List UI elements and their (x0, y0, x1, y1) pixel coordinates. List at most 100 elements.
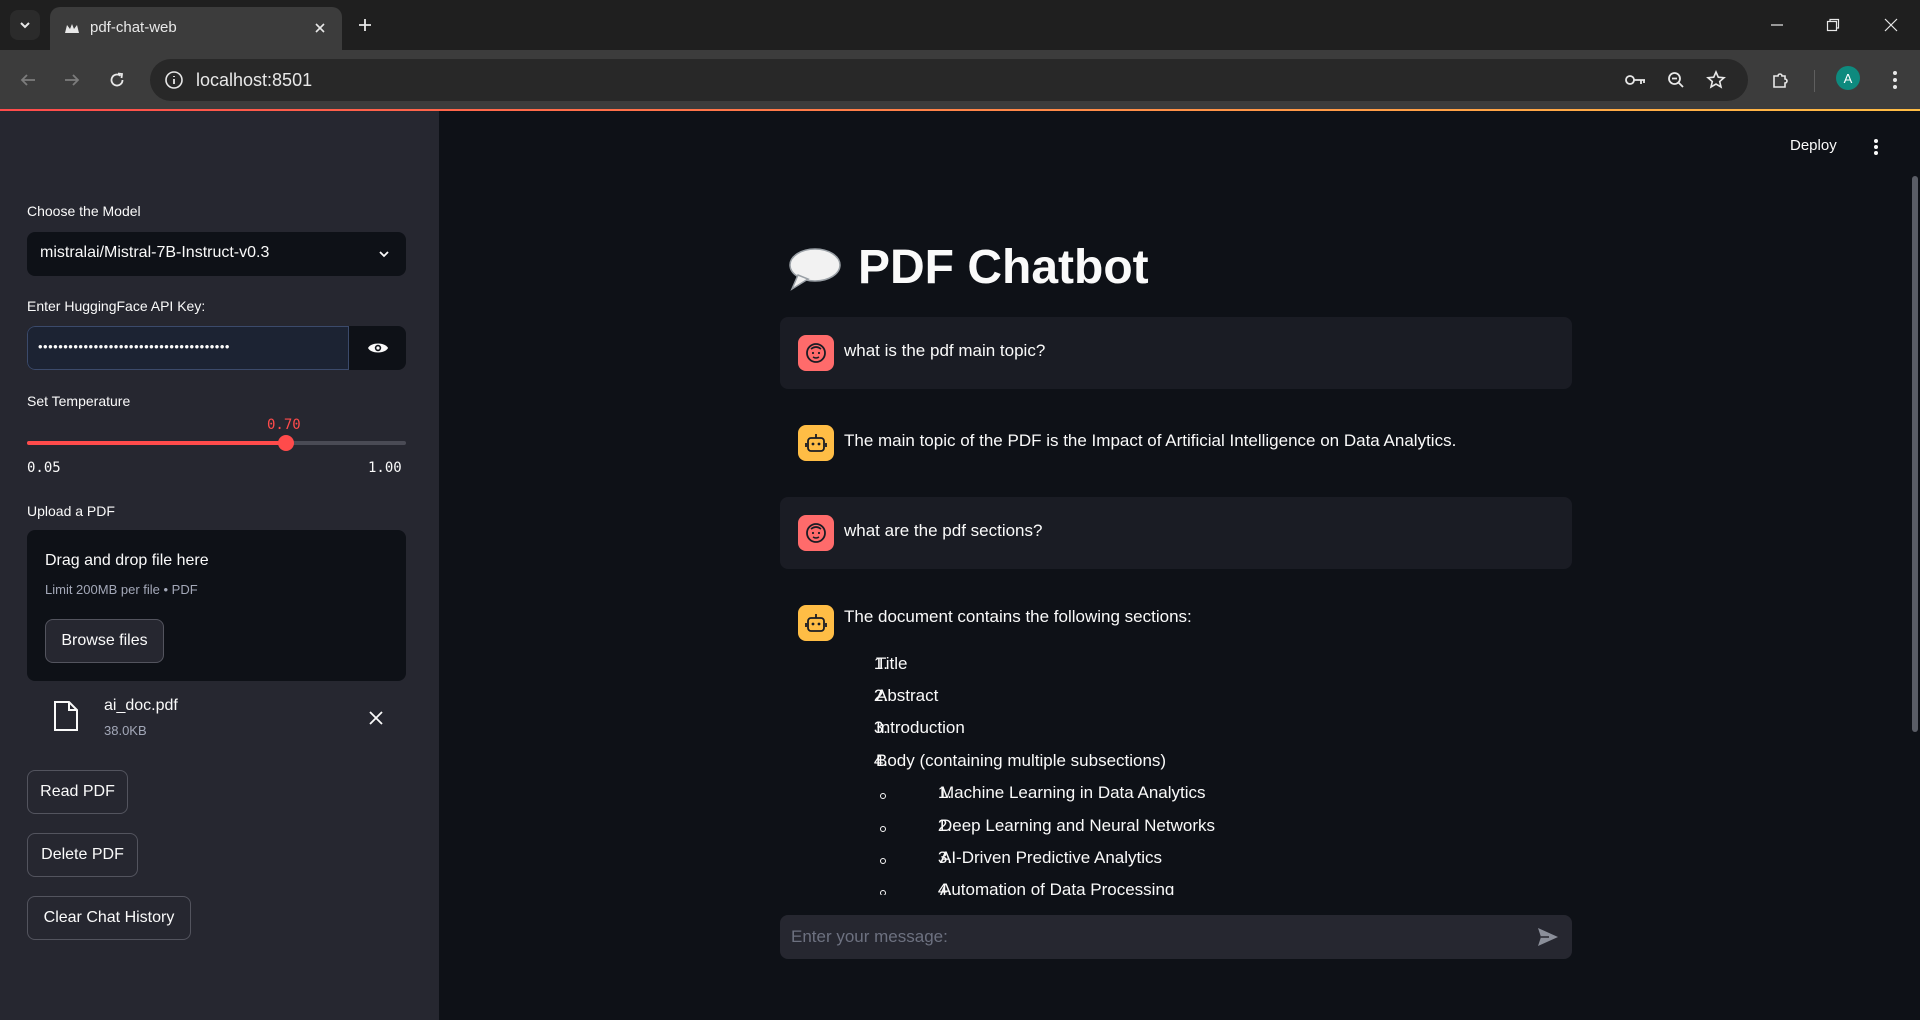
speech-balloon-icon (789, 248, 841, 291)
chat-input[interactable] (780, 915, 1520, 959)
assistant-avatar (798, 425, 834, 461)
dropzone-title: Drag and drop file here (45, 552, 209, 569)
browser-tab[interactable]: pdf-chat-web (50, 7, 342, 50)
forward-button[interactable] (57, 65, 87, 95)
user-avatar (798, 335, 834, 371)
restore-icon (1826, 18, 1840, 32)
robot-icon (805, 614, 827, 632)
read-pdf-button[interactable]: Read PDF (27, 770, 128, 814)
close-icon (315, 23, 325, 33)
extensions-button[interactable] (1766, 65, 1796, 95)
temperature-min: 0.05 (27, 460, 61, 476)
list-bullet (880, 826, 886, 832)
temperature-slider-fill (27, 441, 286, 445)
temperature-slider[interactable] (27, 435, 406, 451)
tab-search-button[interactable] (10, 10, 40, 40)
sidebar: Choose the Model mistralai/Mistral-7B-In… (0, 111, 439, 1020)
api-key-input-group: •••••••••••••••••••••••••••••••••••••• (27, 326, 406, 370)
show-password-button[interactable] (349, 326, 406, 370)
list-bullet (880, 793, 886, 799)
tab-title: pdf-chat-web (90, 19, 177, 36)
list-item: Title (876, 654, 908, 673)
list-item: Body (containing multiple subsections) (876, 751, 1167, 770)
deploy-button[interactable]: Deploy (1790, 137, 1837, 154)
close-window-button[interactable] (1876, 10, 1906, 40)
new-tab-button[interactable] (352, 12, 378, 38)
minimize-button[interactable] (1762, 10, 1792, 40)
assistant-avatar (798, 605, 834, 641)
main-menu-button[interactable] (1866, 135, 1886, 159)
dropzone-limit: Limit 200MB per file • PDF (45, 582, 198, 597)
temperature-slider-thumb[interactable] (278, 435, 294, 451)
eye-icon (367, 343, 388, 353)
key-icon (1625, 75, 1645, 85)
model-select-value: mistralai/Mistral-7B-Instruct-v0.3 (40, 244, 270, 261)
list-item: Automation of Data Processing (940, 880, 1175, 895)
message-text: what is the pdf main topic? (844, 341, 1046, 360)
reload-button[interactable] (102, 65, 132, 95)
remove-file-button[interactable] (365, 707, 387, 729)
chat-input-container (780, 915, 1572, 959)
close-icon (369, 711, 383, 725)
url-text: localhost:8501 (196, 70, 313, 90)
chat-message-user: what is the pdf main topic? (780, 317, 1572, 389)
message-text: The main topic of the PDF is the Impact … (844, 431, 1457, 450)
list-item: Machine Learning in Data Analytics (940, 783, 1206, 802)
zoom-button[interactable] (1665, 69, 1687, 91)
user-face-icon (806, 343, 826, 363)
model-select[interactable]: mistralai/Mistral-7B-Instruct-v0.3 (27, 232, 406, 276)
browser-tab-bar: pdf-chat-web (0, 0, 1920, 50)
site-info-icon[interactable] (164, 70, 184, 90)
list-item: AI-Driven Predictive Analytics (940, 848, 1163, 867)
robot-icon (805, 434, 827, 452)
browser-toolbar: localhost:8501 A (0, 50, 1920, 110)
profile-avatar[interactable]: A (1836, 66, 1860, 90)
api-key-label: Enter HuggingFace API Key: (27, 298, 206, 314)
main-scrollbar[interactable] (1912, 176, 1918, 732)
bookmark-button[interactable] (1705, 69, 1727, 91)
send-button[interactable] (1536, 926, 1560, 948)
more-vertical-icon (1893, 71, 1897, 89)
file-dropzone[interactable]: Drag and drop file here Limit 200MB per … (27, 530, 406, 681)
chat-message-assistant: The main topic of the PDF is the Impact … (780, 407, 1572, 479)
user-face-icon (806, 523, 826, 543)
back-button[interactable] (13, 65, 43, 95)
clear-chat-history-button[interactable]: Clear Chat History (27, 896, 191, 940)
uploaded-file-name: ai_doc.pdf (104, 697, 178, 714)
api-key-masked-value: •••••••••••••••••••••••••••••••••••••• (38, 339, 230, 354)
chat-message-user: what are the pdf sections? (780, 497, 1572, 569)
uploaded-file-size: 38.0KB (104, 723, 147, 738)
page-title: PDF Chatbot (858, 241, 1149, 294)
more-vertical-icon (1874, 139, 1878, 155)
minimize-icon (1771, 24, 1783, 26)
list-item: Introduction (876, 718, 965, 737)
close-icon (1884, 18, 1898, 32)
list-bullet (880, 858, 886, 864)
chat-message-assistant: The document contains the following sect… (780, 587, 1572, 895)
temperature-max: 1.00 (368, 460, 402, 476)
puzzle-icon (1773, 73, 1788, 88)
api-key-input[interactable]: •••••••••••••••••••••••••••••••••••••• (27, 326, 349, 370)
restore-button[interactable] (1818, 10, 1848, 40)
send-icon (1538, 928, 1558, 946)
model-label: Choose the Model (27, 203, 141, 219)
browser-menu-button[interactable] (1880, 65, 1910, 95)
message-text: The document contains the following sect… (844, 607, 1192, 626)
list-bullet (880, 890, 886, 895)
chevron-down-icon (379, 251, 389, 258)
star-icon (1706, 70, 1726, 89)
password-key-button[interactable] (1625, 69, 1647, 91)
tab-close-button[interactable] (310, 18, 330, 38)
file-icon (54, 701, 78, 731)
arrow-left-icon (20, 74, 35, 86)
reload-icon (110, 72, 124, 87)
browse-files-button[interactable]: Browse files (45, 619, 164, 663)
message-text: what are the pdf sections? (844, 521, 1043, 540)
address-bar[interactable]: localhost:8501 (150, 59, 1748, 101)
upload-label: Upload a PDF (27, 503, 115, 519)
delete-pdf-button[interactable]: Delete PDF (27, 833, 138, 877)
list-item: Deep Learning and Neural Networks (940, 816, 1215, 835)
chevron-down-icon (20, 22, 30, 29)
zoom-out-icon (1668, 72, 1684, 88)
arrow-right-icon (65, 74, 80, 86)
